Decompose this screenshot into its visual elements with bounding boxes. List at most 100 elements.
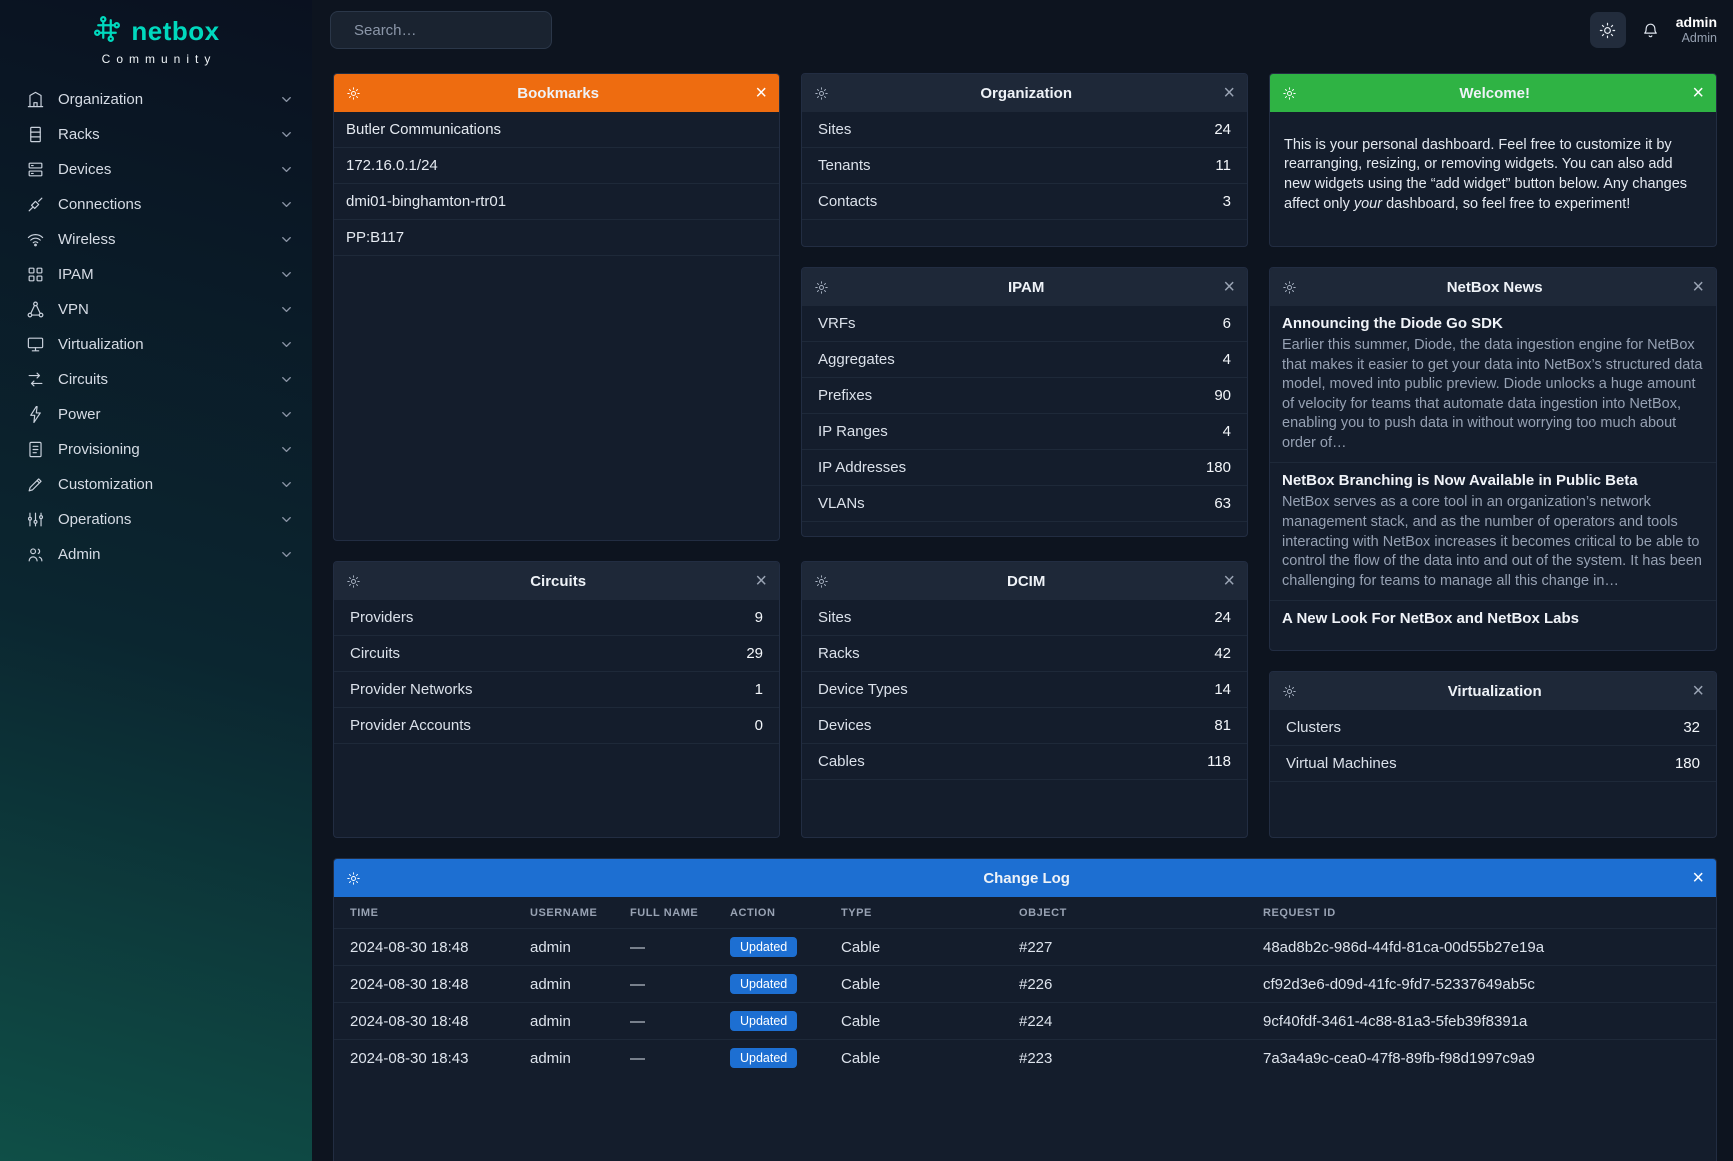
stat-label[interactable]: VRFs	[818, 315, 856, 332]
stat-value[interactable]: 42	[1214, 645, 1231, 662]
stat-value[interactable]: 32	[1683, 719, 1700, 736]
sidebar-item-devices[interactable]: Devices	[0, 152, 312, 187]
sidebar-item-power[interactable]: Power	[0, 397, 312, 432]
close-icon[interactable]: ×	[755, 83, 767, 103]
changelog-object-link[interactable]: #226	[1011, 966, 1255, 1003]
vpn-icon	[26, 300, 45, 319]
gear-icon[interactable]	[1282, 86, 1297, 101]
sidebar-item-circuits[interactable]: Circuits	[0, 362, 312, 397]
search-input[interactable]	[352, 21, 555, 40]
sidebar-item-wireless[interactable]: Wireless	[0, 222, 312, 257]
stat-value[interactable]: 0	[755, 717, 763, 734]
bookmark-item[interactable]: dmi01-binghamton-rtr01	[334, 184, 779, 220]
stat-label[interactable]: Clusters	[1286, 719, 1341, 736]
changelog-time-link[interactable]: 2024-08-30 18:43	[334, 1040, 522, 1077]
sidebar-item-virtualization[interactable]: Virtualization	[0, 327, 312, 362]
stat-label[interactable]: Cables	[818, 753, 865, 770]
stat-value[interactable]: 4	[1223, 423, 1231, 440]
news-item-title[interactable]: NetBox Branching is Now Available in Pub…	[1282, 472, 1638, 489]
stat-value[interactable]: 14	[1214, 681, 1231, 698]
close-icon[interactable]: ×	[755, 571, 767, 591]
sidebar-item-connections[interactable]: Connections	[0, 187, 312, 222]
user-menu[interactable]: admin Admin	[1676, 14, 1717, 46]
stat-value[interactable]: 11	[1215, 157, 1231, 174]
stat-value[interactable]: 118	[1207, 753, 1231, 770]
notifications-bell-icon[interactable]	[1641, 21, 1660, 40]
changelog-object-link[interactable]: #224	[1011, 1003, 1255, 1040]
stat-label[interactable]: Prefixes	[818, 387, 872, 404]
changelog-time-link[interactable]: 2024-08-30 18:48	[334, 929, 522, 966]
stat-value[interactable]: 4	[1223, 351, 1231, 368]
stat-value[interactable]: 180	[1675, 755, 1700, 772]
stat-label[interactable]: VLANs	[818, 495, 865, 512]
stat-label[interactable]: Circuits	[350, 645, 400, 662]
gear-icon[interactable]	[346, 86, 361, 101]
sidebar-item-racks[interactable]: Racks	[0, 117, 312, 152]
changelog-request-id-link[interactable]: 48ad8b2c-986d-44fd-81ca-00d55b27e19a	[1255, 929, 1716, 966]
sidebar-item-admin[interactable]: Admin	[0, 537, 312, 572]
gear-icon[interactable]	[346, 574, 361, 589]
changelog-object-link[interactable]: #223	[1011, 1040, 1255, 1077]
news-item-title[interactable]: A New Look For NetBox and NetBox Labs	[1282, 610, 1579, 627]
stat-value[interactable]: 24	[1214, 121, 1231, 138]
column-header: USERNAME	[522, 897, 622, 929]
sidebar-item-label: Devices	[58, 161, 279, 178]
stat-value[interactable]: 24	[1214, 609, 1231, 626]
sidebar-item-provisioning[interactable]: Provisioning	[0, 432, 312, 467]
stat-label[interactable]: Racks	[818, 645, 860, 662]
stat-label[interactable]: Tenants	[818, 157, 871, 174]
stat-label[interactable]: Sites	[818, 609, 851, 626]
gear-icon[interactable]	[1282, 280, 1297, 295]
gear-icon[interactable]	[346, 871, 361, 886]
stat-value[interactable]: 3	[1223, 193, 1231, 210]
stat-label[interactable]: Providers	[350, 609, 413, 626]
sidebar-item-ipam[interactable]: IPAM	[0, 257, 312, 292]
stat-value[interactable]: 63	[1214, 495, 1231, 512]
changelog-object-link[interactable]: #227	[1011, 929, 1255, 966]
stat-label[interactable]: Sites	[818, 121, 851, 138]
search-box[interactable]	[330, 11, 552, 49]
sidebar-item-organization[interactable]: Organization	[0, 82, 312, 117]
sidebar-item-customization[interactable]: Customization	[0, 467, 312, 502]
gear-icon[interactable]	[1282, 684, 1297, 699]
bookmark-item[interactable]: PP:B117	[334, 220, 779, 256]
changelog-request-id-link[interactable]: 9cf40fdf-3461-4c88-81a3-5feb39f8391a	[1255, 1003, 1716, 1040]
changelog-request-id-link[interactable]: cf92d3e6-d09d-41fc-9fd7-52337649ab5c	[1255, 966, 1716, 1003]
sidebar-item-vpn[interactable]: VPN	[0, 292, 312, 327]
stat-label[interactable]: IP Ranges	[818, 423, 888, 440]
stat-value[interactable]: 81	[1214, 717, 1231, 734]
stat-label[interactable]: Virtual Machines	[1286, 755, 1397, 772]
close-icon[interactable]: ×	[1692, 868, 1704, 888]
changelog-time-link[interactable]: 2024-08-30 18:48	[334, 1003, 522, 1040]
bookmark-item[interactable]: Butler Communications	[334, 112, 779, 148]
stat-value[interactable]: 90	[1214, 387, 1231, 404]
close-icon[interactable]: ×	[1223, 277, 1235, 297]
stat-label[interactable]: Provider Networks	[350, 681, 473, 698]
close-icon[interactable]: ×	[1692, 277, 1704, 297]
stat-value[interactable]: 6	[1223, 315, 1231, 332]
stat-value[interactable]: 9	[755, 609, 763, 626]
close-icon[interactable]: ×	[1692, 681, 1704, 701]
gear-icon[interactable]	[814, 574, 829, 589]
bookmark-item[interactable]: 172.16.0.1/24	[334, 148, 779, 184]
stat-label[interactable]: Aggregates	[818, 351, 895, 368]
stat-label[interactable]: Contacts	[818, 193, 877, 210]
brand[interactable]: netbox Community	[0, 0, 312, 66]
close-icon[interactable]: ×	[1223, 571, 1235, 591]
news-item-title[interactable]: Announcing the Diode Go SDK	[1282, 315, 1503, 332]
close-icon[interactable]: ×	[1692, 83, 1704, 103]
stat-label[interactable]: Devices	[818, 717, 871, 734]
stat-value[interactable]: 180	[1206, 459, 1231, 476]
stat-label[interactable]: Provider Accounts	[350, 717, 471, 734]
stat-label[interactable]: Device Types	[818, 681, 908, 698]
changelog-time-link[interactable]: 2024-08-30 18:48	[334, 966, 522, 1003]
gear-icon[interactable]	[814, 280, 829, 295]
theme-toggle-button[interactable]	[1590, 12, 1626, 48]
stat-value[interactable]: 29	[746, 645, 763, 662]
stat-value[interactable]: 1	[755, 681, 763, 698]
changelog-request-id-link[interactable]: 7a3a4a9c-cea0-47f8-89fb-f98d1997c9a9	[1255, 1040, 1716, 1077]
sidebar-item-operations[interactable]: Operations	[0, 502, 312, 537]
stat-label[interactable]: IP Addresses	[818, 459, 906, 476]
close-icon[interactable]: ×	[1223, 83, 1235, 103]
gear-icon[interactable]	[814, 86, 829, 101]
